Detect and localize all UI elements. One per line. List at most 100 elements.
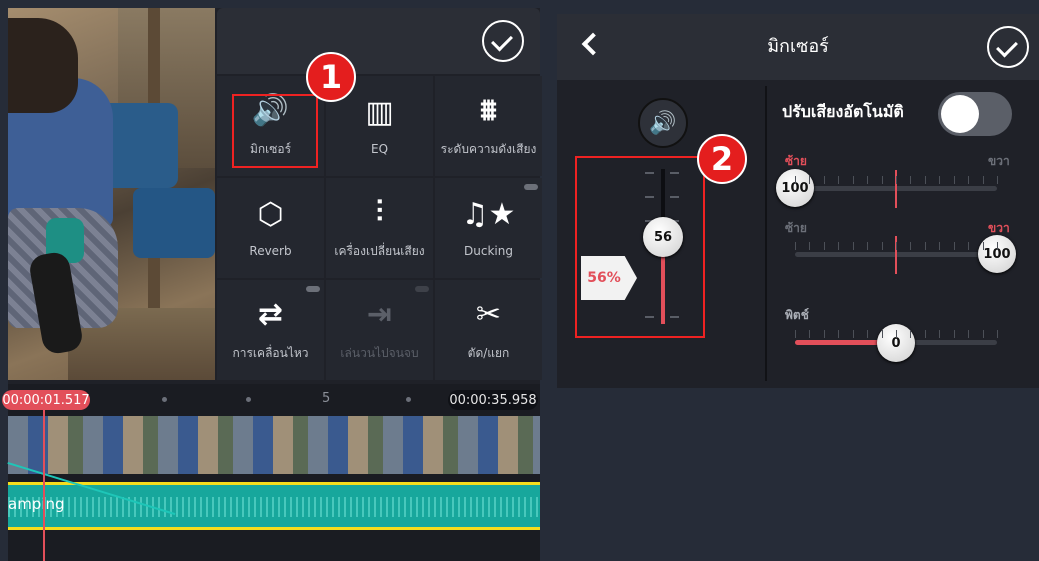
speaker-icon[interactable]: 🔊 bbox=[638, 98, 688, 148]
slider-tick bbox=[852, 330, 854, 338]
tool-mixer[interactable]: 🔊 มิกเซอร์ bbox=[217, 76, 324, 176]
slider-tick bbox=[881, 176, 883, 184]
slider-tick bbox=[896, 176, 897, 184]
timeline-marker: 5 bbox=[322, 391, 331, 406]
slider-tick bbox=[838, 176, 840, 184]
slider-tick bbox=[939, 330, 941, 338]
tool-loudness[interactable]: ⩩ ระดับความดังเสียง bbox=[435, 76, 542, 176]
playhead[interactable] bbox=[43, 410, 45, 561]
slider-tick bbox=[867, 176, 869, 184]
tool-label: เล่นวนไปจนจบ bbox=[340, 345, 419, 360]
slider-tick bbox=[924, 176, 926, 184]
timeline-dot bbox=[406, 397, 411, 402]
slider-tick bbox=[823, 176, 825, 184]
music-star-icon: ♫★ bbox=[461, 197, 516, 232]
slider-tick bbox=[823, 330, 825, 338]
panel-divider bbox=[765, 86, 767, 381]
slider-tick bbox=[953, 176, 955, 184]
slider-tick bbox=[982, 176, 984, 184]
slider-tick bbox=[823, 242, 825, 250]
tool-label: การเคลื่อนไหว bbox=[232, 345, 309, 360]
app-root: 🔊 มิกเซอร์ ▥ EQ ⩩ ระดับความดังเสียง ⬡ Re… bbox=[0, 0, 1039, 561]
cube-icon: ⬡ bbox=[257, 197, 284, 232]
tool-label: Reverb bbox=[249, 244, 292, 258]
confirm-check-icon[interactable] bbox=[482, 20, 524, 62]
timeline-dot bbox=[246, 397, 251, 402]
slider-tick bbox=[924, 242, 926, 250]
preview-person-hair bbox=[8, 18, 78, 113]
slider-tick bbox=[968, 242, 970, 250]
audio-waveform bbox=[8, 497, 540, 517]
slider-tick bbox=[968, 176, 970, 184]
audio-track-label: amping bbox=[8, 495, 65, 513]
step-badge-2: 2 bbox=[697, 134, 747, 184]
editor-panel: 🔊 มิกเซอร์ ▥ EQ ⩩ ระดับความดังเสียง ⬡ Re… bbox=[2, 8, 542, 561]
slider-tick bbox=[795, 330, 796, 338]
tool-label: EQ bbox=[370, 142, 389, 156]
pitch-label: พิตช์ bbox=[785, 308, 809, 322]
auto-volume-toggle[interactable] bbox=[938, 92, 1012, 136]
slider-tick bbox=[809, 242, 811, 250]
scissors-icon: ✂ bbox=[475, 296, 502, 332]
highlight-box-2 bbox=[575, 156, 705, 338]
highlight-box-1 bbox=[232, 94, 318, 168]
pan-slider-knob[interactable]: 100 bbox=[776, 169, 814, 207]
slider-tick bbox=[910, 176, 912, 184]
slider-tick bbox=[953, 330, 955, 338]
current-timecode: 00:00:01.517 bbox=[2, 390, 90, 410]
pan-slider-knob[interactable]: 100 bbox=[978, 235, 1016, 273]
tool-voice-changer[interactable]: ⫶ เครื่องเปลี่ยนเสียง bbox=[326, 178, 433, 278]
slider-tick bbox=[838, 242, 840, 250]
slider-tick bbox=[939, 242, 941, 250]
toggle-indicator bbox=[306, 286, 320, 292]
slider-tick bbox=[997, 176, 998, 184]
slider-tick bbox=[982, 330, 984, 338]
video-preview[interactable] bbox=[8, 8, 215, 380]
loop-icon: ⇄ bbox=[257, 296, 284, 332]
audio-tools-panel: 🔊 มิกเซอร์ ▥ EQ ⩩ ระดับความดังเสียง ⬡ Re… bbox=[217, 8, 542, 380]
slider-tick bbox=[838, 330, 840, 338]
waveform-icon: ⫶ bbox=[375, 194, 384, 230]
slider-tick bbox=[896, 330, 897, 338]
equalizer-icon: ▥ bbox=[365, 95, 394, 130]
slider-tick bbox=[867, 242, 869, 250]
slider-tick bbox=[896, 242, 897, 250]
tool-ducking[interactable]: ♫★ Ducking bbox=[435, 178, 542, 278]
slider-tick bbox=[997, 242, 998, 250]
slider-tick bbox=[910, 330, 912, 338]
toggle-indicator bbox=[524, 184, 538, 190]
step-badge-1: 1 bbox=[306, 52, 356, 102]
slider-tick bbox=[795, 176, 796, 184]
tools-header bbox=[217, 8, 540, 74]
slider-tick bbox=[997, 330, 998, 338]
auto-volume-label: ปรับเสียงอัตโนมัติ bbox=[782, 102, 904, 121]
total-timecode: 00:00:35.958 bbox=[448, 390, 538, 410]
tool-label: ระดับความดังเสียง bbox=[440, 141, 537, 156]
preview-barrel bbox=[133, 188, 215, 258]
audio-track[interactable]: amping bbox=[8, 482, 540, 530]
slider-tick bbox=[910, 242, 912, 250]
slider-tick bbox=[867, 330, 869, 338]
tool-motion[interactable]: ⇄ การเคลื่อนไหว bbox=[217, 280, 324, 380]
slider-tick bbox=[982, 242, 984, 250]
tool-cut[interactable]: ✂ ตัด/แยก bbox=[435, 280, 542, 380]
timeline-dot bbox=[162, 397, 167, 402]
slider-tick bbox=[939, 176, 941, 184]
slider-tick bbox=[852, 242, 854, 250]
pan-right-label: ขวา bbox=[988, 154, 1010, 168]
tool-label: เครื่องเปลี่ยนเสียง bbox=[334, 243, 425, 258]
tool-loop-to-end[interactable]: ⇥ เล่นวนไปจนจบ bbox=[326, 280, 433, 380]
mixer-title: มิกเซอร์ bbox=[767, 36, 829, 57]
confirm-check-icon[interactable] bbox=[987, 26, 1029, 68]
slider-tick bbox=[852, 176, 854, 184]
tool-label: Ducking bbox=[464, 244, 513, 258]
toggle-indicator bbox=[415, 286, 429, 292]
loop-to-end-icon: ⇥ bbox=[366, 296, 393, 332]
slider-tick bbox=[924, 330, 926, 338]
tool-reverb[interactable]: ⬡ Reverb bbox=[217, 178, 324, 278]
video-track-filmstrip[interactable] bbox=[8, 416, 540, 474]
pan-left-label: ซ้าย bbox=[785, 221, 807, 235]
slider-tick bbox=[968, 330, 970, 338]
timeline[interactable]: 00:00:01.517 5 00:00:35.958 amping bbox=[2, 384, 540, 561]
mixer-header: มิกเซอร์ bbox=[557, 14, 1039, 80]
